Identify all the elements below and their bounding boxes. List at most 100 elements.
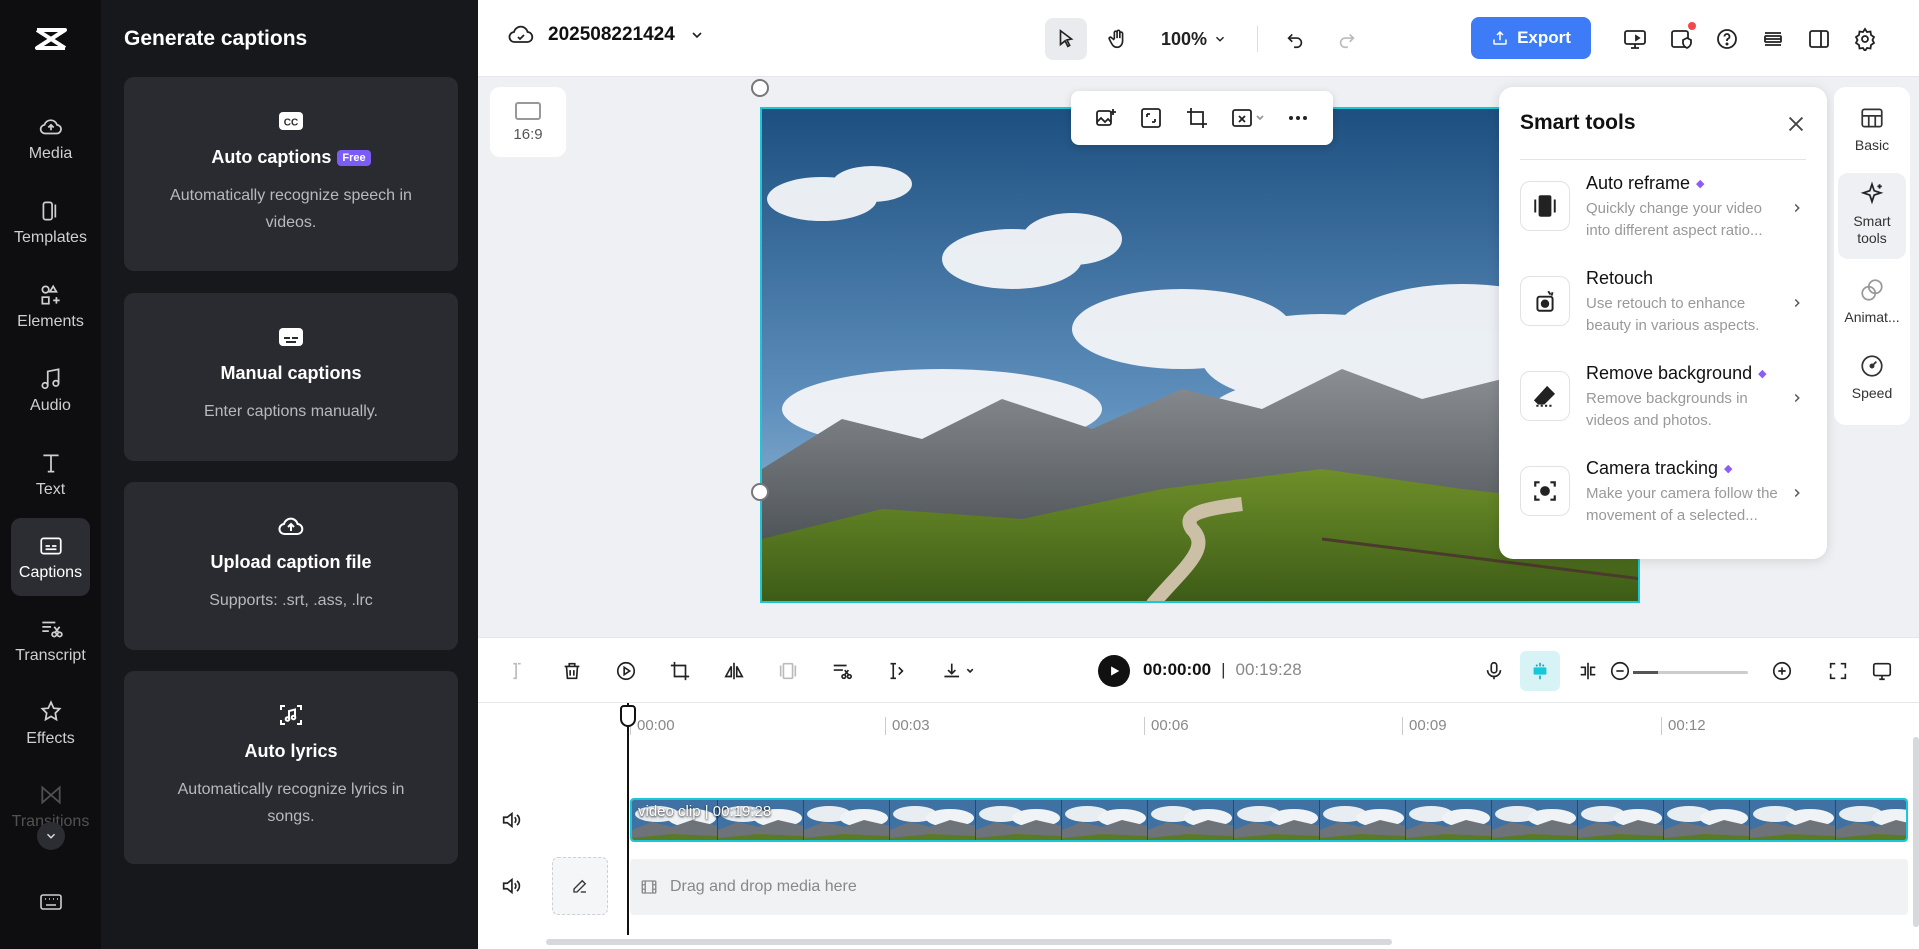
nav-elements[interactable]: Elements [11, 267, 90, 345]
auto-captions-card[interactable]: CC Auto captions Free Automatically recog… [124, 77, 458, 271]
tool-remove-background[interactable]: Remove background ◆ Remove backgrounds in… [1520, 357, 1810, 447]
upload-caption-card[interactable]: Upload caption file Supports: .srt, .ass… [124, 482, 458, 650]
zoom-selector[interactable]: 100% [1161, 29, 1227, 50]
record-voice-button[interactable] [1480, 657, 1508, 685]
freeze-icon [779, 662, 797, 680]
split-lines-icon [1580, 662, 1596, 680]
resize-handle[interactable] [751, 483, 769, 501]
upload-icon [1493, 30, 1507, 45]
right-tabs: Basic Smart tools Animat... Speed [1834, 87, 1910, 425]
crop-icon [670, 661, 690, 681]
nav-label: Templates [14, 229, 87, 246]
nav-media[interactable]: Media [11, 99, 90, 177]
playhead[interactable] [620, 703, 636, 935]
fullscreen-button[interactable] [1824, 657, 1852, 685]
speed-icon [1861, 355, 1883, 377]
play-icon [1111, 666, 1120, 676]
zoom-out-button[interactable] [1606, 657, 1634, 685]
export-label: Export [1517, 28, 1571, 47]
premium-icon: ◆ [1758, 368, 1767, 380]
zoom-in-button[interactable] [1768, 657, 1796, 685]
nav-text[interactable]: Text [11, 435, 90, 513]
flip-button[interactable] [720, 657, 748, 685]
more-icon[interactable] [1286, 106, 1310, 130]
nav-effects[interactable]: Effects [11, 684, 90, 762]
select-tool-button[interactable] [1045, 18, 1087, 60]
drop-zone[interactable]: Drag and drop media here [630, 859, 1908, 915]
volume-icon[interactable] [500, 875, 522, 897]
zoom-slider[interactable] [1633, 671, 1748, 674]
video-clip[interactable]: video clip | 00:19:28 [630, 798, 1908, 842]
notifications-button[interactable] [1660, 18, 1702, 60]
replace-image-icon[interactable] [1094, 106, 1118, 130]
remove-segment-button[interactable] [828, 657, 856, 685]
smart-tools-panel: Smart tools Auto reframe ◆ Quickly change… [1499, 87, 1827, 559]
preview-button[interactable] [1868, 657, 1896, 685]
vertical-scrollbar[interactable] [1913, 737, 1919, 927]
redo-button[interactable] [1326, 18, 1368, 60]
playhead-knob[interactable] [620, 705, 636, 727]
auto-lyrics-card[interactable]: Auto lyrics Automatically recognize lyri… [124, 671, 458, 864]
card-description: Automatically recognize lyrics in songs. [177, 781, 405, 825]
nav-more-button[interactable] [37, 822, 65, 850]
text-split-icon [890, 662, 904, 680]
nav-templates[interactable]: Templates [11, 183, 90, 261]
export-button[interactable]: Export [1471, 17, 1591, 59]
horizontal-scrollbar[interactable] [546, 939, 1392, 945]
delete-button[interactable] [558, 657, 586, 685]
undo-icon [1287, 33, 1303, 49]
play-circle-icon [616, 661, 636, 681]
manual-captions-card[interactable]: Manual captions Enter captions manually. [124, 293, 458, 461]
panel-toggle-button[interactable] [1798, 18, 1840, 60]
settings-button[interactable] [1844, 18, 1886, 60]
tool-camera-tracking[interactable]: Camera tracking ◆ Make your camera follow… [1520, 452, 1810, 542]
fit-icon[interactable] [1139, 106, 1163, 130]
tool-retouch[interactable]: Retouch Use retouch to enhance beauty in… [1520, 262, 1810, 352]
download-icon [944, 663, 974, 678]
aspect-ratio-button[interactable]: 16:9 [490, 87, 566, 157]
volume-icon[interactable] [500, 809, 522, 831]
hand-icon [1108, 29, 1124, 49]
split-audio-button[interactable] [882, 657, 910, 685]
tool-auto-reframe[interactable]: Auto reframe ◆ Quickly change your video … [1520, 167, 1810, 257]
transcript-icon [41, 621, 63, 638]
undo-button[interactable] [1274, 18, 1316, 60]
crop-icon[interactable] [1185, 106, 1209, 130]
time-ruler[interactable]: 00:00 00:03 00:06 00:09 00:12 [478, 703, 1919, 743]
speed-button[interactable] [612, 657, 640, 685]
play-button[interactable] [1098, 655, 1130, 687]
project-selector[interactable]: 202508221424 [508, 24, 705, 46]
cover-edit-button[interactable] [552, 857, 608, 915]
nav-audio[interactable]: Audio [11, 351, 90, 429]
layers-button[interactable] [1752, 18, 1794, 60]
link-toggle[interactable] [1574, 657, 1602, 685]
crop-button[interactable] [666, 657, 694, 685]
chevron-down-icon [1216, 36, 1225, 42]
help-button[interactable] [1706, 18, 1748, 60]
close-icon[interactable] [1785, 113, 1807, 135]
card-title: Auto captions [211, 147, 332, 167]
resize-handle[interactable] [751, 79, 769, 97]
tab-smart-tools[interactable]: Smart tools [1838, 173, 1906, 259]
present-button[interactable] [1614, 18, 1656, 60]
aspect-ratio-icon [515, 101, 541, 120]
keyboard-shortcuts-button[interactable] [36, 890, 66, 914]
chevron-right-icon [1794, 298, 1800, 308]
tab-animation[interactable]: Animat... [1838, 269, 1906, 339]
app-logo[interactable] [28, 22, 74, 56]
nav-transcript[interactable]: Transcript [11, 601, 90, 679]
time-separator: | [1221, 660, 1226, 679]
remove-bg-icon[interactable] [1231, 106, 1265, 130]
tab-basic[interactable]: Basic [1838, 97, 1906, 163]
microphone-icon [1486, 661, 1502, 680]
split-button[interactable] [503, 657, 531, 685]
subtitle-icon [279, 328, 303, 346]
nav-label: Audio [30, 397, 71, 414]
download-button[interactable] [936, 657, 984, 685]
hand-tool-button[interactable] [1097, 18, 1139, 60]
nav-captions[interactable]: Captions [11, 518, 90, 596]
tab-speed[interactable]: Speed [1838, 345, 1906, 415]
freeze-button[interactable] [774, 657, 802, 685]
snap-toggle[interactable] [1520, 651, 1560, 691]
templates-icon [42, 201, 56, 221]
